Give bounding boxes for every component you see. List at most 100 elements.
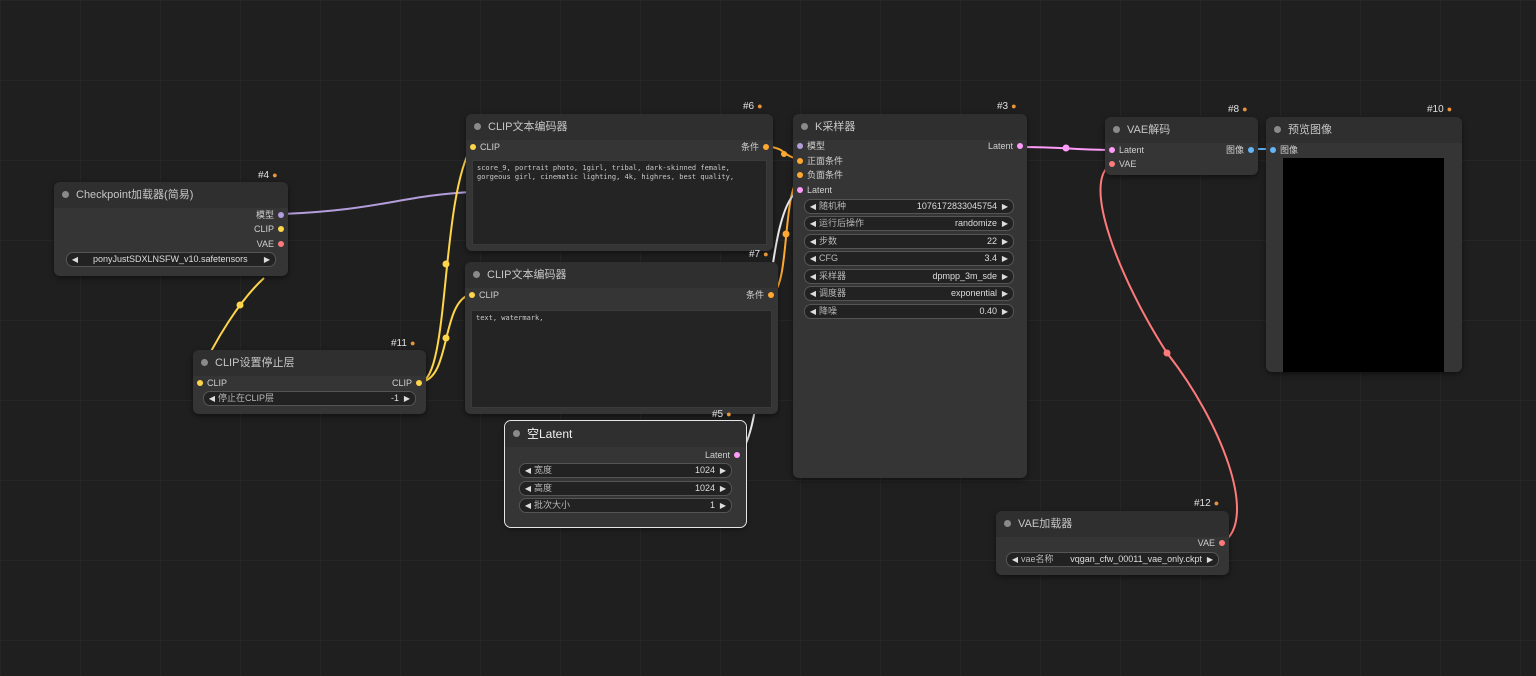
output-conditioning[interactable]: 条件 xyxy=(746,289,774,301)
collapse-dot-icon[interactable] xyxy=(513,430,520,437)
prompt-textarea[interactable]: score_9, portrait photo, 1girl, tribal, … xyxy=(472,160,767,245)
port-dot-icon[interactable] xyxy=(1248,147,1254,153)
arrow-right-icon[interactable]: ▶ xyxy=(718,464,728,477)
node-title[interactable]: VAE解码 xyxy=(1105,117,1258,143)
output-latent[interactable]: Latent xyxy=(988,140,1023,152)
node-empty-latent-image[interactable]: 空Latent Latent ◀ 宽度 1024 ▶ ◀ 高度 1024 ▶ ◀… xyxy=(504,420,747,528)
port-dot-icon[interactable] xyxy=(797,143,803,149)
port-dot-icon[interactable] xyxy=(763,144,769,150)
node-checkpoint-loader[interactable]: Checkpoint加载器(简易) 模型 CLIP VAE ◀ ponyJust… xyxy=(54,182,288,276)
node-ksampler[interactable]: K采样器 模型 正面条件 负面条件 Latent Latent ◀ 随机种 10… xyxy=(793,114,1027,478)
arrow-right-icon[interactable]: ▶ xyxy=(1000,252,1010,265)
node-clip-text-encode-positive[interactable]: CLIP文本编码器 CLIP 条件 score_9, portrait phot… xyxy=(466,114,773,251)
arrow-left-icon[interactable]: ◀ xyxy=(523,482,533,495)
output-vae[interactable]: VAE xyxy=(1198,537,1225,549)
input-clip[interactable]: CLIP xyxy=(197,377,227,389)
node-clip-set-last-layer[interactable]: CLIP设置停止层 CLIP CLIP ◀ 停止在CLIP层 -1 ▶ xyxy=(193,350,426,414)
input-latent[interactable]: Latent xyxy=(1109,144,1144,156)
input-negative[interactable]: 负面条件 xyxy=(797,169,843,181)
output-model[interactable]: 模型 xyxy=(256,209,284,221)
collapse-dot-icon[interactable] xyxy=(1004,520,1011,527)
arrow-right-icon[interactable]: ▶ xyxy=(1000,287,1010,300)
preview-image-area[interactable] xyxy=(1283,158,1444,372)
input-vae[interactable]: VAE xyxy=(1109,158,1136,170)
arrow-right-icon[interactable]: ▶ xyxy=(1000,217,1010,230)
input-clip[interactable]: CLIP xyxy=(469,289,499,301)
node-vae-loader[interactable]: VAE加载器 VAE ◀ vae名称 vqgan_cfw_00011_vae_o… xyxy=(996,511,1229,575)
input-model[interactable]: 模型 xyxy=(797,140,825,152)
input-clip[interactable]: CLIP xyxy=(470,141,500,153)
arrow-left-icon[interactable]: ◀ xyxy=(808,252,818,265)
port-dot-icon[interactable] xyxy=(1109,147,1115,153)
prompt-textarea[interactable]: text, watermark, xyxy=(471,310,772,408)
node-preview-image[interactable]: 预览图像 图像 xyxy=(1266,117,1462,372)
input-positive[interactable]: 正面条件 xyxy=(797,155,843,167)
port-dot-icon[interactable] xyxy=(1219,540,1225,546)
node-title[interactable]: CLIP文本编码器 xyxy=(465,262,778,288)
collapse-dot-icon[interactable] xyxy=(801,123,808,130)
arrow-right-icon[interactable]: ▶ xyxy=(1000,235,1010,248)
sampler-name-combo[interactable]: ◀ 采样器 dpmpp_3m_sde ▶ xyxy=(804,269,1014,284)
port-dot-icon[interactable] xyxy=(1109,161,1115,167)
node-vae-decode[interactable]: VAE解码 Latent VAE 图像 xyxy=(1105,117,1258,175)
port-dot-icon[interactable] xyxy=(734,452,740,458)
node-title[interactable]: CLIP文本编码器 xyxy=(466,114,773,140)
port-dot-icon[interactable] xyxy=(797,158,803,164)
port-dot-icon[interactable] xyxy=(797,172,803,178)
collapse-dot-icon[interactable] xyxy=(62,191,69,198)
control-after-generate-combo[interactable]: ◀ 运行后操作 randomize ▶ xyxy=(804,216,1014,231)
width-number[interactable]: ◀ 宽度 1024 ▶ xyxy=(519,463,732,478)
arrow-left-icon[interactable]: ◀ xyxy=(808,287,818,300)
vae-name-combo[interactable]: ◀ vae名称 vqgan_cfw_00011_vae_only.ckpt ▶ xyxy=(1006,552,1219,567)
port-dot-icon[interactable] xyxy=(1017,143,1023,149)
arrow-left-icon[interactable]: ◀ xyxy=(1010,553,1020,566)
port-dot-icon[interactable] xyxy=(278,212,284,218)
output-conditioning[interactable]: 条件 xyxy=(741,141,769,153)
arrow-right-icon[interactable]: ▶ xyxy=(1000,200,1010,213)
ckpt-name-combo[interactable]: ◀ ponyJustSDXLNSFW_v10.safetensors ▶ xyxy=(66,252,276,267)
port-dot-icon[interactable] xyxy=(197,380,203,386)
arrow-left-icon[interactable]: ◀ xyxy=(808,217,818,230)
collapse-dot-icon[interactable] xyxy=(473,271,480,278)
input-latent[interactable]: Latent xyxy=(797,184,832,196)
arrow-right-icon[interactable]: ▶ xyxy=(262,253,272,266)
height-number[interactable]: ◀ 高度 1024 ▶ xyxy=(519,481,732,496)
port-dot-icon[interactable] xyxy=(470,144,476,150)
arrow-right-icon[interactable]: ▶ xyxy=(1205,553,1215,566)
arrow-right-icon[interactable]: ▶ xyxy=(718,482,728,495)
cfg-number[interactable]: ◀ CFG 3.4 ▶ xyxy=(804,251,1014,266)
node-title[interactable]: K采样器 xyxy=(793,114,1027,140)
collapse-dot-icon[interactable] xyxy=(1274,126,1281,133)
steps-number[interactable]: ◀ 步数 22 ▶ xyxy=(804,234,1014,249)
output-latent[interactable]: Latent xyxy=(705,449,740,461)
port-dot-icon[interactable] xyxy=(768,292,774,298)
arrow-right-icon[interactable]: ▶ xyxy=(402,392,412,405)
scheduler-combo[interactable]: ◀ 调度器 exponential ▶ xyxy=(804,286,1014,301)
batch-size-number[interactable]: ◀ 批次大小 1 ▶ xyxy=(519,498,732,513)
port-dot-icon[interactable] xyxy=(416,380,422,386)
port-dot-icon[interactable] xyxy=(278,241,284,247)
node-title[interactable]: 预览图像 xyxy=(1266,117,1462,143)
seed-number[interactable]: ◀ 随机种 1076172833045754 ▶ xyxy=(804,199,1014,214)
node-title[interactable]: Checkpoint加载器(简易) xyxy=(54,182,288,208)
collapse-dot-icon[interactable] xyxy=(474,123,481,130)
stop-at-layer-number[interactable]: ◀ 停止在CLIP层 -1 ▶ xyxy=(203,391,416,406)
input-image[interactable]: 图像 xyxy=(1270,144,1298,156)
node-title[interactable]: 空Latent xyxy=(505,421,746,447)
arrow-left-icon[interactable]: ◀ xyxy=(808,270,818,283)
arrow-right-icon[interactable]: ▶ xyxy=(718,499,728,512)
output-clip[interactable]: CLIP xyxy=(392,377,422,389)
collapse-dot-icon[interactable] xyxy=(1113,126,1120,133)
arrow-left-icon[interactable]: ◀ xyxy=(808,305,818,318)
node-clip-text-encode-negative[interactable]: CLIP文本编码器 CLIP 条件 text, watermark, xyxy=(465,262,778,414)
node-title[interactable]: CLIP设置停止层 xyxy=(193,350,426,376)
port-dot-icon[interactable] xyxy=(1270,147,1276,153)
arrow-left-icon[interactable]: ◀ xyxy=(523,499,533,512)
node-title[interactable]: VAE加载器 xyxy=(996,511,1229,537)
collapse-dot-icon[interactable] xyxy=(201,359,208,366)
arrow-left-icon[interactable]: ◀ xyxy=(207,392,217,405)
port-dot-icon[interactable] xyxy=(278,226,284,232)
port-dot-icon[interactable] xyxy=(797,187,803,193)
denoise-number[interactable]: ◀ 降噪 0.40 ▶ xyxy=(804,304,1014,319)
output-vae[interactable]: VAE xyxy=(257,238,284,250)
